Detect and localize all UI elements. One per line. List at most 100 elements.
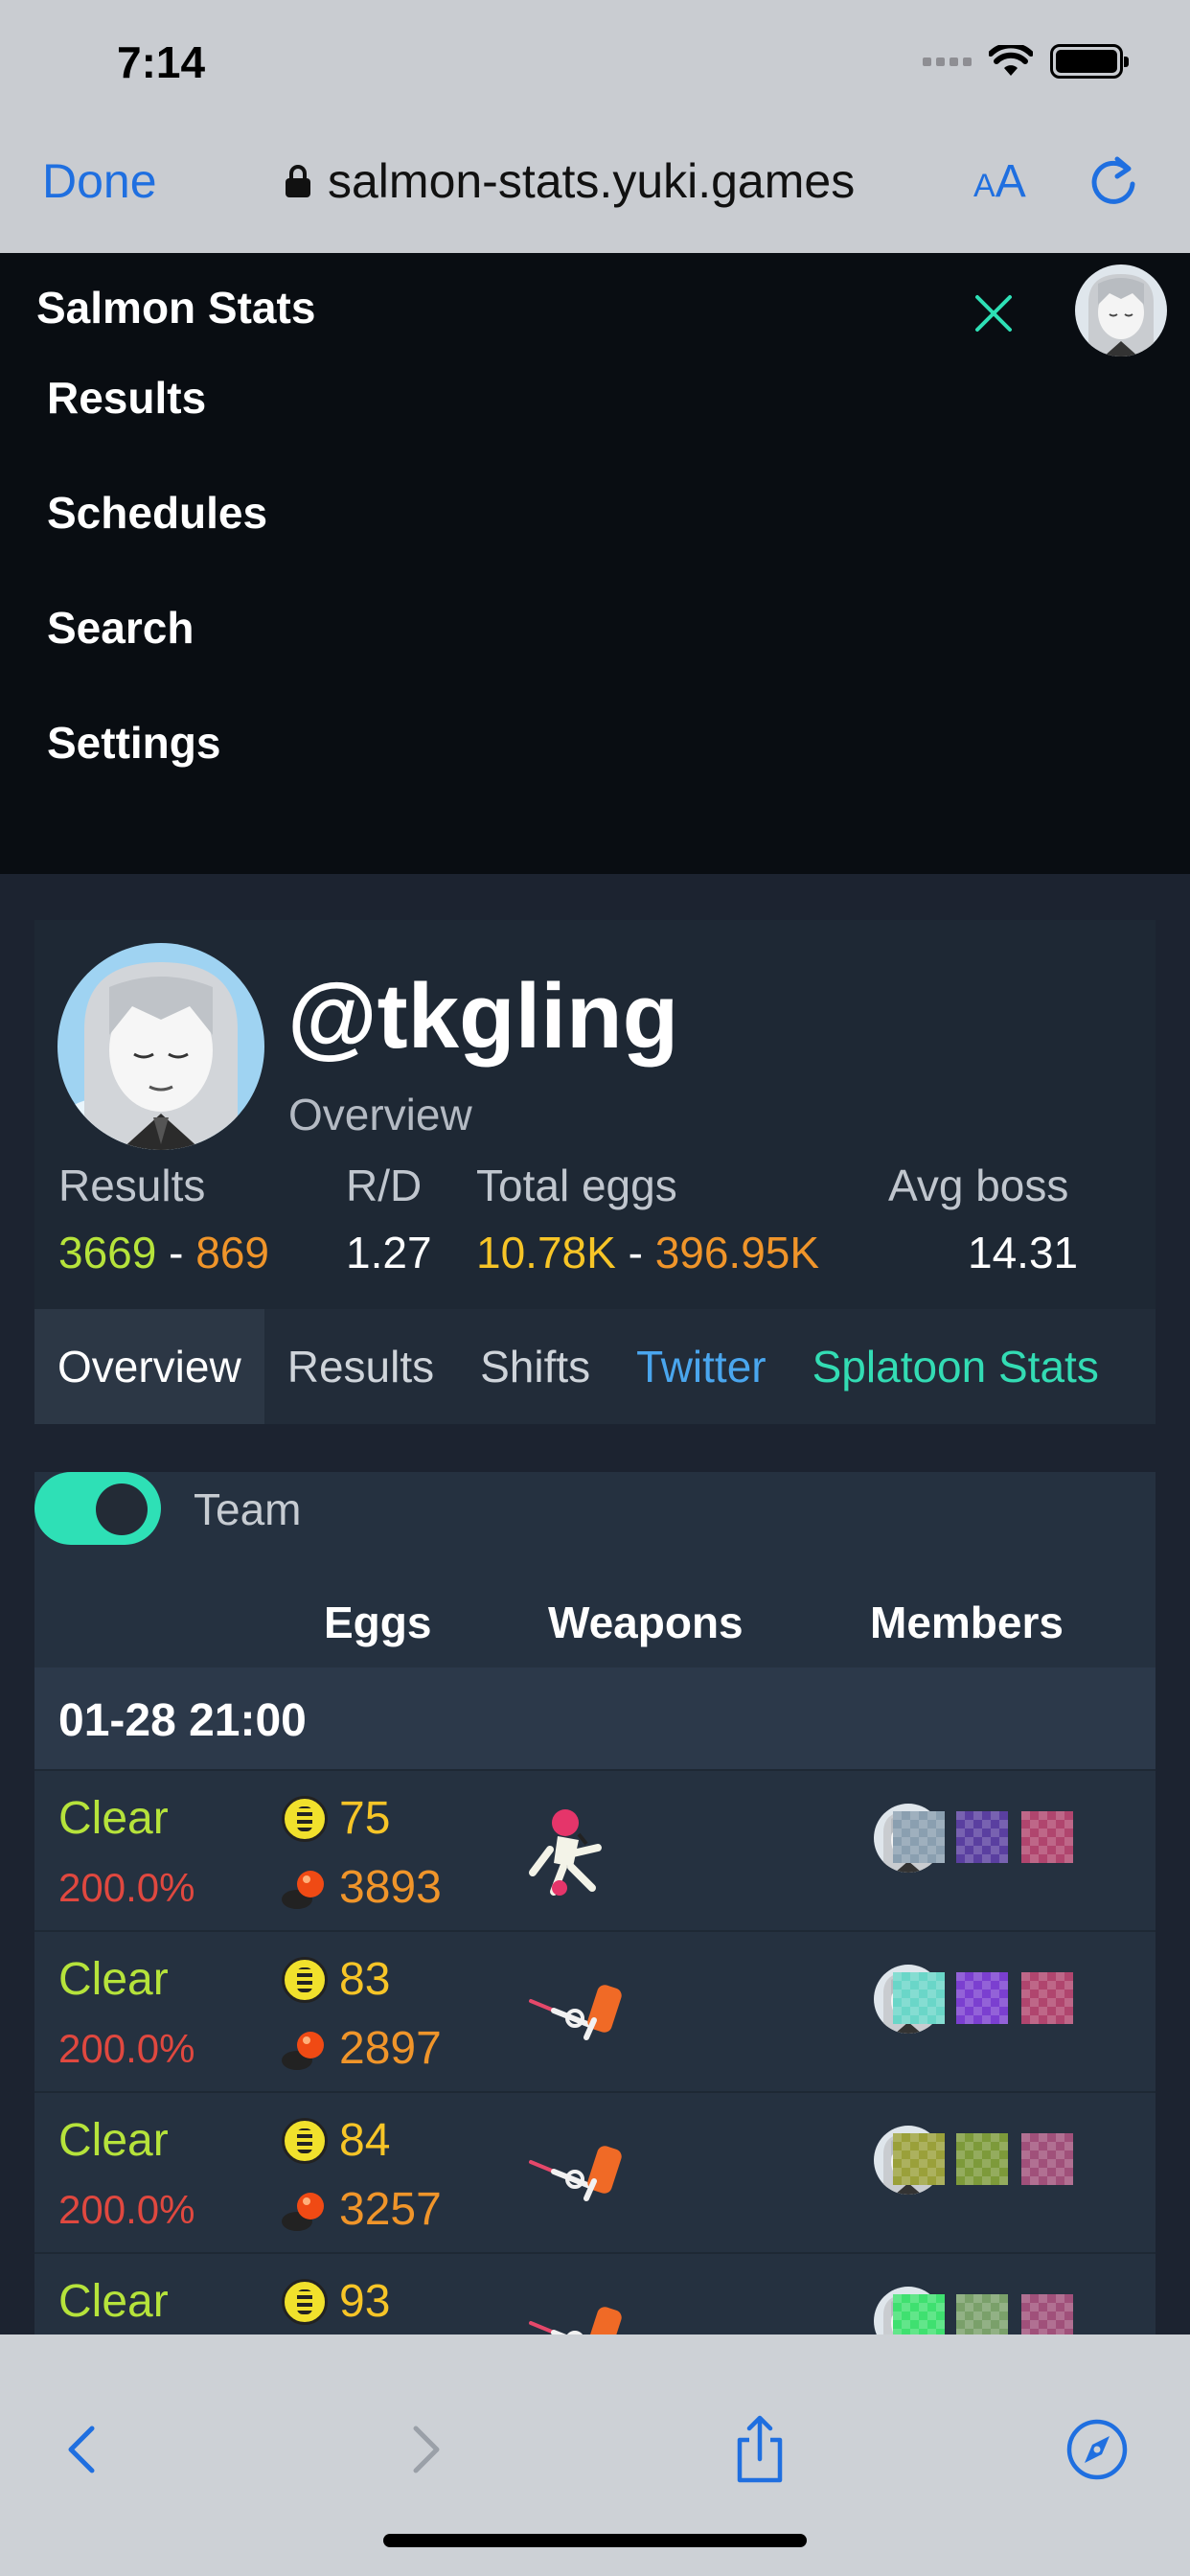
power-eggs-total: 396.95K	[654, 1228, 820, 1277]
team-toggle[interactable]	[34, 1472, 161, 1545]
reload-icon[interactable]	[1087, 151, 1140, 209]
schedule-date: 01-28 21:00	[58, 1695, 307, 1746]
power-eggs: 3257	[339, 2184, 442, 2235]
roller-icon	[525, 2279, 630, 2334]
member-icon	[1021, 2133, 1073, 2185]
power-eggs: 2897	[339, 2023, 442, 2074]
member-icon	[956, 1811, 1008, 1863]
roller-icon	[525, 1957, 630, 2062]
profile-avatar	[57, 943, 264, 1150]
results-separator: -	[169, 1228, 184, 1277]
schedule-date-row: 01-28 21:00	[34, 1668, 1156, 1769]
profile-tabs: Overview Results Shifts Twitter Splatoon…	[34, 1309, 1156, 1424]
team-toggle-label: Team	[194, 1484, 302, 1534]
close-icon[interactable]	[968, 288, 1019, 339]
results-panel: Team Eggs Weapons Members 01-28 21:00 Cl…	[34, 1472, 1156, 2334]
danger-rate: 200.0%	[58, 2026, 195, 2071]
profile-card: @tkgling Overview Results R/D Total eggs…	[34, 920, 1156, 1424]
result-status: Clear	[58, 1954, 169, 2005]
address-field[interactable]: salmon-stats.yuki.games	[286, 153, 855, 209]
column-header-weapons: Weapons	[548, 1598, 744, 1647]
aa-small-label: A	[973, 168, 995, 204]
member-icon	[893, 2294, 945, 2334]
golden-egg-icon	[282, 1957, 328, 2003]
result-row[interactable]: Clear 200.0% 75 3893	[34, 1769, 1156, 1930]
avg-boss-label: Avg boss	[888, 1161, 1069, 1210]
menu-item-search[interactable]: Search	[47, 602, 194, 654]
text-size-button[interactable]: AA	[973, 155, 1026, 208]
result-status: Clear	[58, 2276, 169, 2327]
eggs-separator: -	[628, 1228, 643, 1277]
avatar[interactable]	[1075, 264, 1167, 356]
member-icon	[956, 2294, 1008, 2334]
browser-url-bar: Done salmon-stats.yuki.games AA	[0, 125, 1190, 253]
golden-egg-icon	[282, 2279, 328, 2325]
rd-value: 1.27	[346, 1228, 432, 1277]
done-button[interactable]: Done	[42, 153, 157, 209]
status-bar: 7:14	[0, 0, 1190, 125]
home-indicator	[383, 2534, 807, 2547]
url-text: salmon-stats.yuki.games	[328, 154, 856, 208]
result-row[interactable]: Clear 200.0% 83 2897	[34, 1930, 1156, 2091]
power-eggs: 3893	[339, 1862, 442, 1913]
column-header-eggs: Eggs	[324, 1598, 432, 1647]
menu-item-results[interactable]: Results	[47, 372, 206, 424]
wifi-icon	[989, 45, 1033, 76]
result-status: Clear	[58, 1793, 169, 1844]
total-eggs-value: 10.78K - 396.95K	[476, 1227, 819, 1278]
danger-rate: 200.0%	[58, 2187, 195, 2232]
menu-item-schedules[interactable]: Schedules	[47, 487, 267, 539]
profile-username: @tkgling	[287, 965, 679, 1068]
member-icon	[893, 1972, 945, 2024]
avg-boss-value: 14.31	[968, 1228, 1079, 1277]
column-header-members: Members	[870, 1598, 1064, 1647]
profile-subtitle: Overview	[288, 1090, 472, 1139]
golden-eggs: 84	[339, 2115, 391, 2166]
rd-label: R/D	[346, 1161, 423, 1210]
power-egg-icon	[280, 2189, 330, 2233]
result-row[interactable]: Clear 200.0% 84 3257	[34, 2091, 1156, 2252]
results-value: 3669 - 869	[58, 1227, 269, 1278]
result-row[interactable]: Clear 93	[34, 2252, 1156, 2334]
back-icon[interactable]	[50, 2413, 117, 2486]
tab-splatoon-stats[interactable]: Splatoon Stats	[790, 1309, 1122, 1424]
compass-icon[interactable]	[1064, 2413, 1131, 2486]
site-nav: Salmon Stats Results Schedules Search Se…	[0, 253, 1190, 874]
status-time: 7:14	[117, 37, 206, 87]
power-egg-icon	[280, 2028, 330, 2072]
member-icon	[1021, 1972, 1073, 2024]
golden-eggs: 93	[339, 2276, 391, 2327]
member-icon	[893, 1811, 945, 1863]
brand-title[interactable]: Salmon Stats	[36, 282, 315, 334]
forward-icon[interactable]	[391, 2413, 458, 2486]
result-status: Clear	[58, 2115, 169, 2166]
tab-twitter[interactable]: Twitter	[613, 1309, 789, 1424]
member-icon	[956, 2133, 1008, 2185]
danger-rate: 200.0%	[58, 1865, 195, 1910]
roller-icon	[525, 2118, 630, 2223]
member-icon	[1021, 1811, 1073, 1863]
results-clear-count: 3669	[58, 1228, 157, 1277]
tab-results[interactable]: Results	[264, 1309, 457, 1424]
signal-icon	[923, 57, 972, 66]
share-icon[interactable]	[726, 2413, 793, 2486]
tab-shifts[interactable]: Shifts	[457, 1309, 613, 1424]
golden-eggs: 75	[339, 1793, 391, 1844]
golden-egg-icon	[282, 2118, 328, 2164]
tab-overview[interactable]: Overview	[34, 1309, 264, 1424]
results-label: Results	[58, 1161, 206, 1210]
lock-icon	[286, 165, 310, 197]
battery-icon	[1050, 44, 1129, 79]
power-egg-icon	[280, 1867, 330, 1911]
golden-egg-icon	[282, 1796, 328, 1842]
golden-eggs-total: 10.78K	[476, 1228, 616, 1277]
status-icons	[923, 44, 1129, 79]
total-eggs-label: Total eggs	[476, 1161, 677, 1210]
menu-item-settings[interactable]: Settings	[47, 717, 220, 769]
results-fail-count: 869	[195, 1228, 269, 1277]
aa-big-label: A	[995, 156, 1026, 207]
member-icon	[956, 1972, 1008, 2024]
golden-eggs: 83	[339, 1954, 391, 2005]
member-icon	[893, 2133, 945, 2185]
member-icon	[1021, 2294, 1073, 2334]
